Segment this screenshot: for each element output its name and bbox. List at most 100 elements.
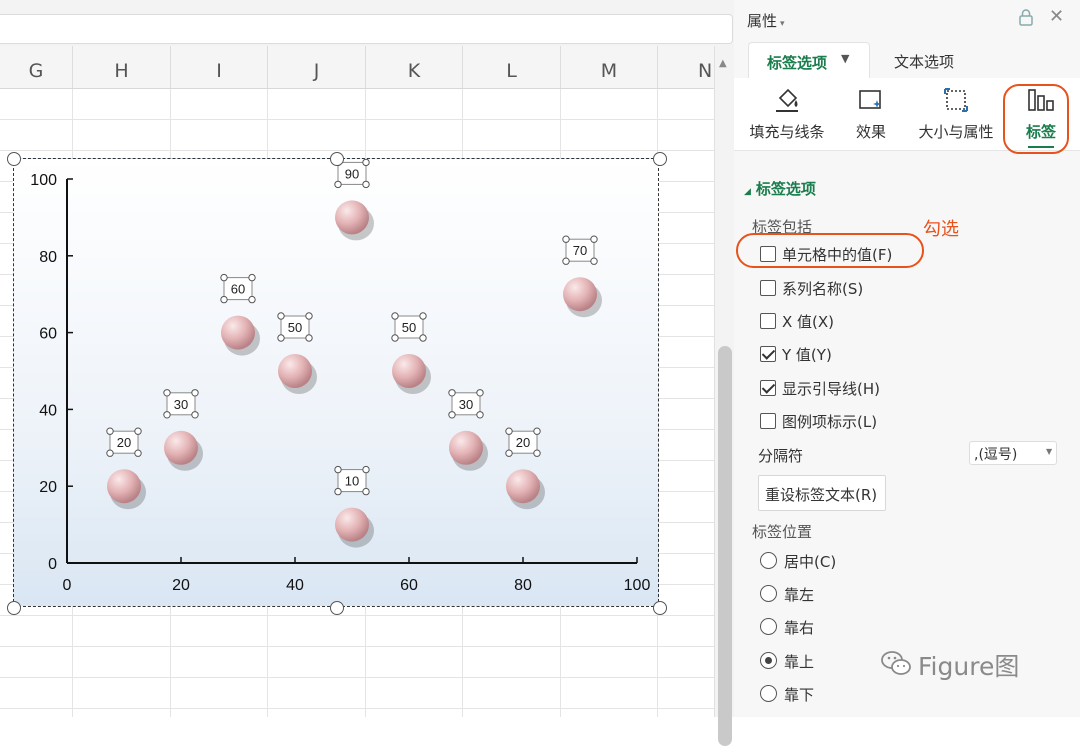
chart-plot: 0 20 40 60 80 100 0 20 40 60 80 100 20 30 60 50 90 10 50 30… (30, 159, 651, 594)
data-label-handle (505, 449, 513, 457)
data-label-handle (419, 334, 427, 342)
tool-label: 大小与属性 (918, 123, 994, 141)
scrollbar-thumb[interactable] (718, 346, 732, 746)
resize-handle-bottom-right[interactable] (653, 601, 667, 615)
data-label-handle (163, 411, 171, 419)
radio[interactable] (760, 618, 777, 635)
y-tick-label: 0 (48, 556, 57, 573)
data-label-handle (277, 334, 285, 342)
x-tick-label: 20 (172, 577, 190, 594)
data-point (164, 430, 198, 465)
data-label-handle (106, 449, 114, 457)
radio-selected[interactable] (760, 652, 777, 669)
y-tick-label: 60 (39, 326, 57, 343)
data-label: 20 (117, 435, 131, 450)
column-header-g[interactable]: G (0, 46, 73, 88)
wechat-logo-icon (881, 651, 911, 675)
data-label: 60 (231, 282, 245, 297)
checkbox-checked[interactable] (760, 346, 776, 362)
resize-handle-bottom[interactable] (330, 601, 344, 615)
data-label-handle (505, 427, 513, 435)
radio[interactable] (760, 552, 777, 569)
checkbox[interactable] (760, 280, 776, 296)
column-header-n[interactable]: N (658, 46, 714, 88)
chevron-down-icon[interactable]: ▼ (841, 52, 849, 65)
tool-size-properties[interactable]: 大小与属性 (912, 78, 1000, 150)
panel-title[interactable]: 属性 ▾ (747, 10, 785, 31)
resize-handle-bottom-left[interactable] (7, 601, 21, 615)
data-label-handle (362, 180, 370, 189)
checkbox-checked[interactable] (760, 380, 776, 396)
resize-handle-top-right[interactable] (653, 152, 667, 166)
data-label: 50 (402, 320, 416, 335)
vertical-scrollbar[interactable]: ▲ (714, 46, 735, 746)
data-point (221, 315, 255, 350)
tool-fill-line[interactable]: 填充与线条 (740, 78, 834, 150)
tab-label-options[interactable]: 标签选项 ▼ (748, 42, 870, 79)
data-label: 30 (459, 397, 473, 412)
column-header-l[interactable]: L (463, 46, 561, 88)
data-point (335, 200, 369, 235)
y-tick-label: 40 (39, 402, 57, 419)
data-label-handle (305, 334, 313, 342)
section-label-options[interactable]: ◢ 标签选项 (744, 178, 816, 199)
chevron-down-icon: ▼ (1046, 447, 1053, 456)
data-label: 50 (288, 320, 302, 335)
radio[interactable] (760, 685, 777, 702)
data-point (449, 430, 483, 465)
column-header-row: G H I J K L M N (0, 46, 714, 89)
panel-title-dropdown-icon[interactable]: ▾ (780, 19, 785, 29)
column-header-k[interactable]: K (366, 46, 463, 88)
data-label-handle (277, 312, 285, 320)
data-label-handle (391, 312, 399, 320)
data-label-handle (391, 334, 399, 342)
column-header-i[interactable]: I (171, 46, 268, 88)
data-point (506, 469, 540, 504)
data-label: 30 (174, 397, 188, 412)
tab-text-options[interactable]: 文本选项 (894, 51, 954, 72)
scroll-up-arrow-icon[interactable]: ▲ (719, 58, 727, 69)
data-label-handle (220, 295, 228, 304)
label-position-heading: 标签位置 (752, 523, 813, 541)
tool-effects[interactable]: 效果 (842, 78, 900, 150)
data-label-handle (134, 449, 142, 457)
column-header-m[interactable]: M (561, 46, 658, 88)
data-label-handle (590, 257, 598, 265)
data-label-handle (248, 295, 256, 304)
data-label-handle (220, 273, 228, 282)
resize-handle-top-left[interactable] (7, 152, 21, 166)
column-header-j[interactable]: J (268, 46, 366, 88)
x-tick-label: 0 (63, 577, 72, 594)
x-tick-label: 100 (624, 577, 651, 594)
close-icon[interactable]: ✕ (1049, 6, 1064, 27)
formula-bar[interactable] (0, 14, 733, 44)
y-tick-label: 100 (30, 172, 57, 189)
checkbox[interactable] (760, 413, 776, 429)
radio[interactable] (760, 585, 777, 602)
lock-icon[interactable] (1017, 8, 1035, 30)
formula-area (0, 0, 740, 46)
annotation-circle-label-tab (1003, 84, 1069, 154)
resize-handle-top[interactable] (330, 152, 344, 166)
tool-label: 效果 (855, 123, 886, 141)
data-label-handle (562, 257, 570, 265)
data-label-handle (533, 427, 541, 435)
data-label-handle (191, 389, 199, 397)
effects-icon (859, 90, 881, 109)
collapse-triangle-icon[interactable]: ◢ (744, 187, 751, 197)
data-label-handle (476, 389, 484, 397)
separator-select[interactable]: ,(逗号) ▼ (969, 441, 1057, 465)
data-label-handle (305, 312, 313, 320)
scatter-chart[interactable]: 0 20 40 60 80 100 0 20 40 60 80 100 20 30 60 50 90 10 50 30… (13, 158, 659, 607)
data-label-handle (334, 465, 342, 474)
x-tick-label: 60 (400, 577, 418, 594)
checkbox[interactable] (760, 313, 776, 329)
data-label-handle (562, 235, 570, 243)
data-point (278, 354, 312, 388)
data-label-handle (476, 411, 484, 419)
x-tick-label: 80 (514, 577, 532, 594)
data-point (563, 277, 597, 312)
data-label-handle (334, 487, 342, 496)
reset-label-text-button[interactable]: 重设标签文本(R) (758, 475, 886, 511)
column-header-h[interactable]: H (73, 46, 171, 88)
